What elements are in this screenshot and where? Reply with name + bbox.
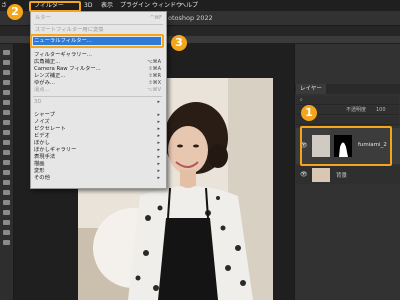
- submenu-chevron-right-icon: ▸: [157, 175, 160, 181]
- move-tool-icon[interactable]: [3, 50, 10, 55]
- filter-menu-item[interactable]: 変形: [34, 168, 45, 175]
- document-title: otoshop 2022: [168, 14, 213, 22]
- filter-menu-item[interactable]: ノイズ: [34, 119, 50, 126]
- filter-menu-item[interactable]: レンズ補正...: [34, 73, 65, 80]
- marquee-tool-icon[interactable]: [3, 60, 10, 65]
- opacity-value[interactable]: 100: [376, 106, 386, 114]
- filter-menu-item[interactable]: 3D: [34, 99, 41, 106]
- filter-menu-item[interactable]: Camera Raw フィルター...: [34, 66, 101, 73]
- opacity-label: 不透明度: [346, 107, 367, 113]
- submenu-chevron-right-icon: ▸: [157, 161, 160, 167]
- filter-menu-shortcut: ⇧⌘A: [148, 66, 161, 72]
- filter-menu-item[interactable]: その他: [34, 175, 50, 182]
- filter-menu-item[interactable]: ビデオ: [34, 133, 50, 140]
- hand-tool-icon[interactable]: [3, 230, 10, 235]
- filter-menu-item[interactable]: 消点...: [34, 87, 50, 94]
- menu-item-3d[interactable]: 3D: [84, 1, 92, 10]
- healing-brush-tool-icon[interactable]: [3, 110, 10, 115]
- stamp-tool-icon[interactable]: [3, 130, 10, 135]
- filter-menu-shortcut: ⌥⌘V: [146, 87, 161, 93]
- menu-item-help[interactable]: ヘルプ: [180, 1, 198, 10]
- filter-menu-item[interactable]: ゆがみ...: [34, 80, 55, 87]
- submenu-chevron-right-icon: ▸: [157, 119, 160, 125]
- history-brush-tool-icon[interactable]: [3, 140, 10, 145]
- layer-row-background[interactable]: 👁 背景: [296, 166, 400, 184]
- menu-item-plugins[interactable]: プラグイン: [120, 1, 150, 10]
- eyedropper-tool-icon[interactable]: [3, 100, 10, 105]
- submenu-chevron-right-icon: ▸: [157, 99, 160, 105]
- filter-menu-item[interactable]: 表現手法: [34, 154, 55, 161]
- crop-tool-icon[interactable]: [3, 90, 10, 95]
- layer-thumbnail: [312, 168, 330, 182]
- zoom-tool-icon[interactable]: [3, 240, 10, 245]
- submenu-chevron-right-icon: ▸: [157, 168, 160, 174]
- filter-menu-item[interactable]: ぼかしギャラリー: [34, 147, 76, 154]
- menu-item-window[interactable]: ウィンドウ: [152, 1, 182, 10]
- menu-item-app[interactable]: さ: [1, 1, 7, 10]
- search-icon: ⌕: [300, 97, 303, 103]
- highlight-box-neural-filter: [30, 34, 164, 48]
- step-badge-3: 3: [171, 35, 187, 51]
- shape-tool-icon[interactable]: [3, 220, 10, 225]
- filter-menu-item[interactable]: シャープ: [34, 112, 55, 119]
- menu-separator: [33, 96, 162, 97]
- brush-tool-icon[interactable]: [3, 120, 10, 125]
- tab-layers[interactable]: レイヤー: [296, 84, 326, 94]
- layer-name: 背景: [336, 173, 348, 179]
- highlight-box-filter-menu: [29, 1, 81, 12]
- filter-menu-item[interactable]: 広角補正...: [34, 59, 60, 66]
- visibility-eye-icon[interactable]: 👁: [300, 171, 308, 178]
- submenu-chevron-right-icon: ▸: [157, 147, 160, 153]
- tools-panel: [0, 44, 14, 300]
- filter-menu-shortcut: ⌥⌘A: [146, 59, 161, 65]
- pen-tool-icon[interactable]: [3, 190, 10, 195]
- menu-item-view[interactable]: 表示: [101, 1, 113, 10]
- filter-menu-shortcut: ⇧⌘X: [148, 80, 161, 86]
- dodge-tool-icon[interactable]: [3, 180, 10, 185]
- submenu-chevron-right-icon: ▸: [157, 133, 160, 139]
- filter-menu-item[interactable]: ピクセレート: [34, 126, 66, 133]
- gradient-tool-icon[interactable]: [3, 160, 10, 165]
- quick-select-tool-icon[interactable]: [3, 80, 10, 85]
- submenu-chevron-right-icon: ▸: [157, 112, 160, 118]
- filter-menu-item[interactable]: ぼかし: [34, 140, 50, 147]
- filter-menu-item[interactable]: 描画: [34, 161, 45, 168]
- submenu-chevron-right-icon: ▸: [157, 154, 160, 160]
- filter-menu-shortcut: ⇧⌘R: [148, 73, 161, 79]
- step-badge-1: 1: [301, 105, 317, 121]
- layer-filter-row[interactable]: ⌕: [296, 96, 399, 105]
- eraser-tool-icon[interactable]: [3, 150, 10, 155]
- type-tool-icon[interactable]: [3, 200, 10, 205]
- highlight-box-layer: [300, 126, 392, 166]
- submenu-chevron-right-icon: ▸: [157, 126, 160, 132]
- filter-menu-item[interactable]: フィルターギャラリー...: [34, 52, 92, 59]
- submenu-chevron-right-icon: ▸: [157, 140, 160, 146]
- path-select-tool-icon[interactable]: [3, 210, 10, 215]
- lasso-tool-icon[interactable]: [3, 70, 10, 75]
- step-badge-2: 2: [7, 4, 23, 20]
- blur-tool-icon[interactable]: [3, 170, 10, 175]
